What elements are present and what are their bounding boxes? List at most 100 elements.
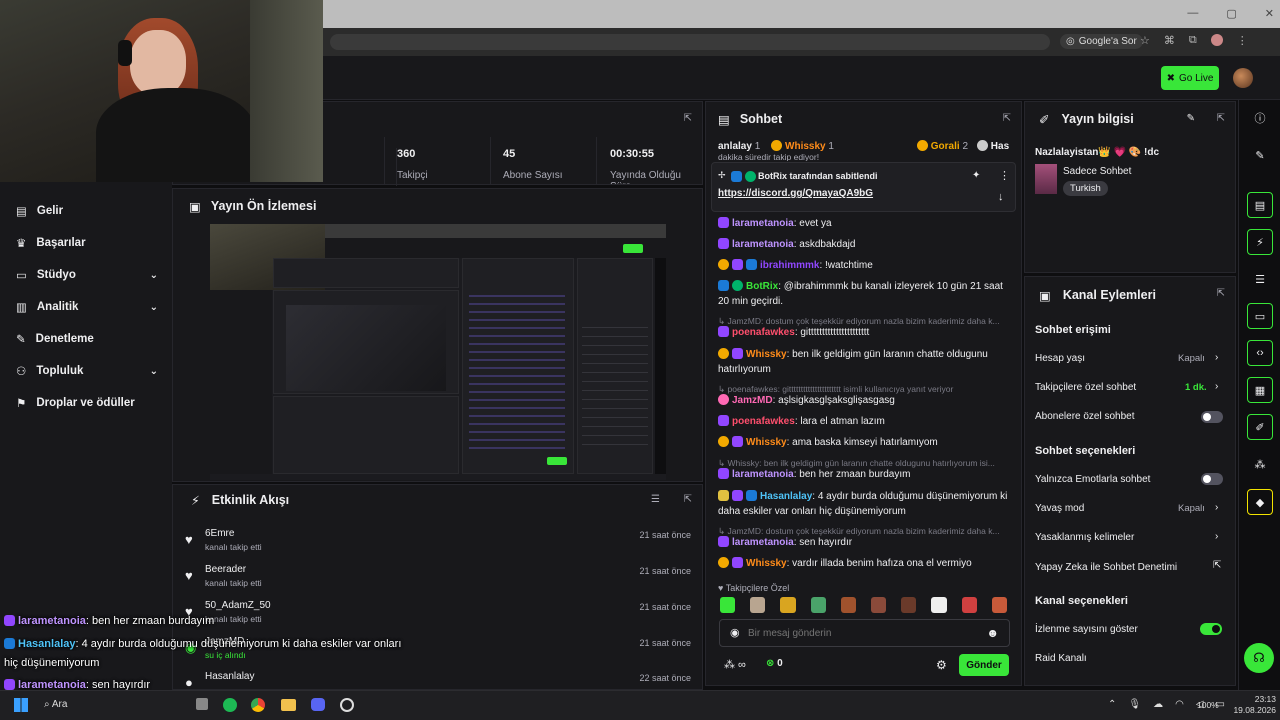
help-icon[interactable]: ☊ — [1244, 643, 1274, 673]
subs-only-toggle[interactable] — [1201, 411, 1223, 423]
edit-icon[interactable]: ✎ — [1187, 113, 1195, 124]
category-name[interactable]: Sadece Sohbet — [1063, 166, 1131, 177]
sidebar-item-analitik[interactable]: ▥ Analitik ⌄ — [16, 300, 158, 314]
maximize-icon[interactable]: ▢ — [1226, 7, 1236, 20]
points-icon[interactable]: ⁂ — [1247, 451, 1273, 477]
popout-icon[interactable]: ⇱ — [684, 494, 692, 505]
wifi-icon[interactable]: ◠ — [1175, 699, 1184, 710]
profile-icon[interactable] — [1210, 34, 1223, 46]
popout-icon[interactable]: ⇱ — [1217, 288, 1225, 299]
sidebar-item-basarilar[interactable]: ♛ Başarılar — [16, 236, 158, 250]
webcam-overlay — [0, 0, 323, 182]
info-icon[interactable]: ⓘ — [1247, 105, 1273, 131]
spotify-icon[interactable] — [223, 698, 237, 712]
chevron-up-icon[interactable]: ⌃ — [1108, 699, 1116, 710]
extensions-icon[interactable]: ⧉ — [1189, 34, 1197, 47]
points-icon[interactable]: ⁂ ∞ — [724, 658, 746, 671]
unpin-icon[interactable]: ✦ — [972, 170, 980, 181]
channel-points[interactable]: ⊗ 0 — [766, 658, 783, 669]
followers-only-value[interactable]: 1 dk. — [1185, 382, 1207, 393]
popout-icon[interactable]: ⇱ — [684, 113, 692, 124]
tag-badge[interactable]: Turkish — [1063, 181, 1108, 196]
go-live-button[interactable]: ✖ Go Live — [1161, 66, 1219, 90]
sidebar-item-topluluk[interactable]: ⚇ Topluluk ⌄ — [16, 364, 158, 378]
sub-badge-icon — [4, 615, 15, 626]
address-bar[interactable] — [330, 34, 1050, 50]
chat-message: ibrahimmmk: !watchtime — [718, 259, 1010, 274]
avatar[interactable] — [1233, 68, 1253, 88]
raid-label[interactable]: Raid Kanalı — [1035, 653, 1087, 664]
activity-item: ● Hasanlalay 22 saat önce — [185, 671, 691, 689]
gear-icon[interactable]: ⚙ — [936, 658, 947, 672]
chat-message: larametanoia: askdbakdajd — [718, 238, 1010, 253]
ai-moderation-label[interactable]: Yapay Zeka ile Sohbet Denetimi — [1035, 562, 1177, 573]
activity-item: ♥ 6Emre kanalı takip etti 21 saat önce — [185, 528, 691, 552]
emote-icon[interactable] — [750, 597, 766, 613]
emote-icon[interactable] — [871, 597, 887, 613]
preview-chat — [462, 258, 574, 474]
chevron-right-icon[interactable]: › — [1215, 502, 1218, 513]
arrow-down-icon[interactable]: ↓ — [998, 191, 1004, 203]
stream-preview[interactable] — [210, 224, 666, 480]
slow-mode-value[interactable]: Kapalı — [1178, 503, 1205, 514]
gift-icon[interactable]: ◆ — [1247, 489, 1273, 515]
stats-icon[interactable]: ▤ — [1247, 192, 1273, 218]
chevron-right-icon[interactable]: › — [1215, 352, 1218, 363]
chevron-right-icon[interactable]: › — [1215, 381, 1218, 392]
emoji-icon[interactable]: ☻ — [986, 626, 999, 640]
chevron-right-icon[interactable]: › — [1215, 531, 1218, 542]
chrome-icon[interactable] — [251, 698, 265, 712]
followers-only-label[interactable]: Takipçilere özel sohbet — [1035, 382, 1136, 393]
discord-icon[interactable] — [311, 698, 325, 711]
sidebar-item-denetleme[interactable]: ✎ Denetleme — [16, 332, 158, 346]
sub-badge-icon — [4, 679, 15, 690]
google-ask-button[interactable]: ◎ Google'a Sor — [1060, 34, 1143, 49]
send-button[interactable]: Gönder — [959, 654, 1009, 676]
emote-only-toggle[interactable] — [1201, 473, 1223, 485]
sidebar-item-gelir[interactable]: ▤ Gelir — [16, 204, 158, 218]
emote-icon[interactable] — [810, 597, 826, 613]
emote-icon[interactable] — [961, 597, 977, 613]
mic-icon[interactable]: 🎙 — [1128, 699, 1141, 710]
popout-icon[interactable]: ⇱ — [1217, 113, 1225, 124]
list-icon[interactable]: ☰ — [1247, 266, 1273, 292]
emote-icon[interactable] — [991, 597, 1008, 613]
emote-icon[interactable] — [931, 597, 947, 613]
code-icon[interactable]: ‹› — [1247, 340, 1273, 366]
bolt-icon[interactable]: ⚡ — [1247, 229, 1273, 255]
menu-icon[interactable]: ⋮ — [1237, 34, 1248, 47]
obs-icon[interactable] — [340, 698, 354, 712]
clock[interactable]: 23:13 19.08.2026 — [1226, 694, 1276, 716]
cloud-icon[interactable]: ☁ — [1153, 699, 1163, 710]
chat-icon[interactable]: ▭ — [1247, 303, 1273, 329]
account-age-value[interactable]: Kapalı — [1178, 353, 1205, 364]
wrench-icon[interactable]: ✐ — [1247, 414, 1273, 440]
translate-icon[interactable]: ⌘ — [1164, 34, 1175, 47]
rank-badge-icon — [718, 348, 729, 359]
taskbar-search[interactable]: ⌕ Ara — [44, 699, 67, 710]
sidebar-item-droplar[interactable]: ⚑ Droplar ve ödüller — [16, 396, 158, 410]
more-icon[interactable]: ⋮ — [999, 169, 1010, 182]
show-viewers-toggle[interactable] — [1200, 623, 1222, 635]
folder-icon[interactable] — [281, 699, 296, 711]
chat-input[interactable] — [748, 625, 978, 641]
divider — [490, 137, 491, 185]
banned-words-label[interactable]: Yasaklanmış kelimeler — [1035, 532, 1134, 543]
emote-icon[interactable] — [720, 597, 736, 613]
popout-icon[interactable]: ⇱ — [1003, 113, 1011, 124]
star-icon[interactable]: ☆ — [1140, 34, 1150, 47]
emote-icon[interactable] — [840, 597, 857, 613]
filter-icon[interactable]: ☰ — [651, 494, 660, 505]
slow-mode-label[interactable]: Yavaş mod — [1035, 503, 1084, 514]
external-link-icon[interactable]: ⇱ — [1213, 560, 1221, 571]
account-age-label[interactable]: Hesap yaşı — [1035, 353, 1085, 364]
sidebar-item-studyo[interactable]: ▭ Stüdyo ⌄ — [16, 268, 158, 282]
pencil-icon[interactable]: ✎ — [1247, 142, 1273, 168]
close-icon[interactable]: ✕ — [1265, 7, 1274, 20]
users-icon[interactable]: ▦ — [1247, 377, 1273, 403]
emote-icon[interactable] — [901, 597, 917, 613]
minimize-icon[interactable]: — — [1187, 7, 1198, 20]
emote-icon[interactable] — [780, 597, 796, 613]
task-view-icon[interactable] — [196, 698, 208, 710]
windows-start-icon[interactable] — [14, 698, 28, 712]
